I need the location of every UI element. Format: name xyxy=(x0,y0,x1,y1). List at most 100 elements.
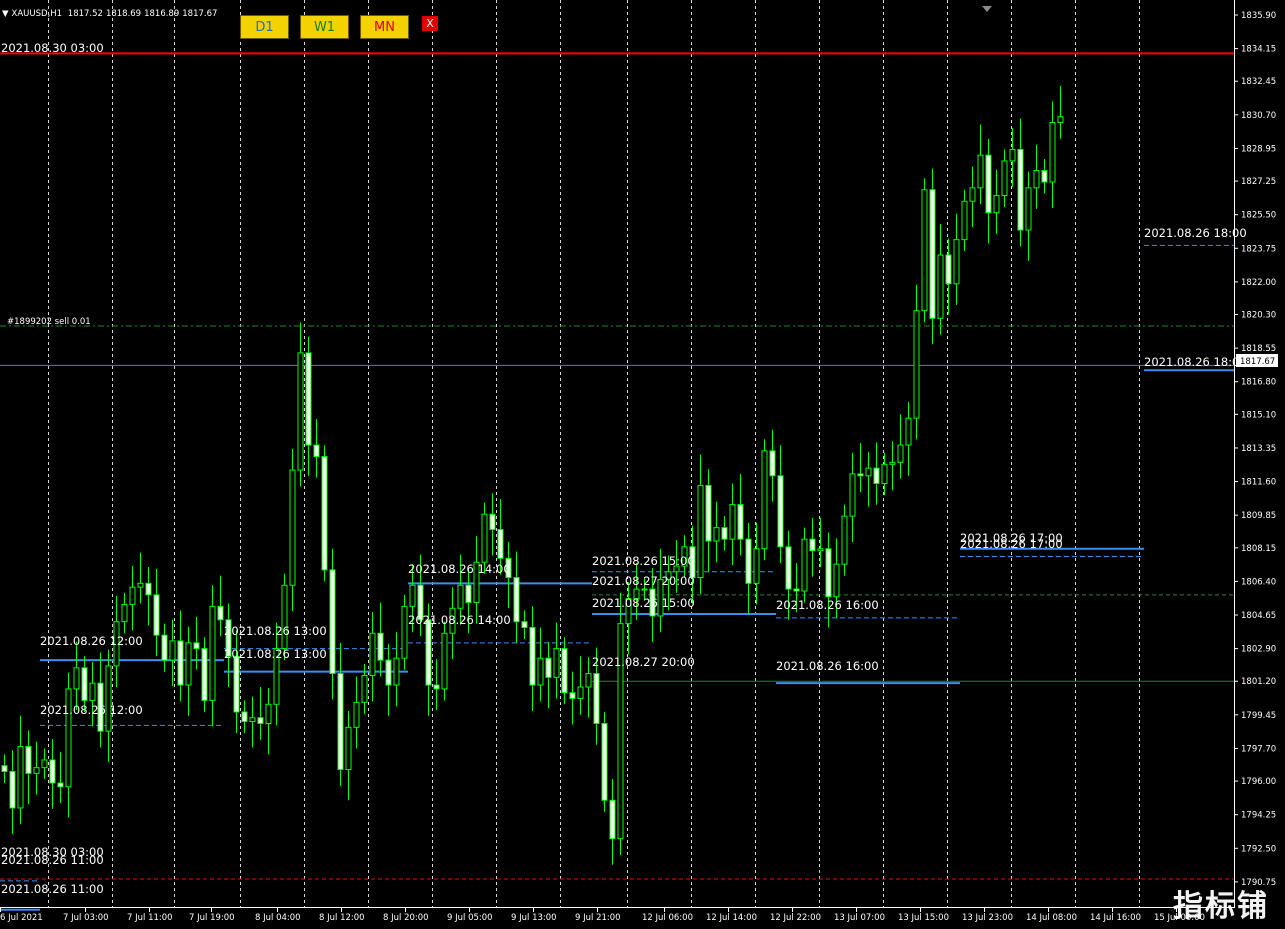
candle-body xyxy=(537,657,544,686)
candle-body xyxy=(409,584,416,607)
candle-body xyxy=(153,594,160,636)
candle-body xyxy=(441,632,448,690)
candle-body xyxy=(713,527,720,542)
candle-body xyxy=(721,527,728,540)
candle-body xyxy=(545,657,552,678)
candle-body xyxy=(497,529,504,559)
candle-body xyxy=(49,759,56,784)
level-label: 2021.08.26 11:00 xyxy=(1,853,104,867)
candle-body xyxy=(921,189,928,312)
price-label: 1818.55 xyxy=(1241,344,1276,354)
price-label: 1822.00 xyxy=(1241,278,1276,288)
price-label: 1830.70 xyxy=(1241,111,1276,121)
time-label: 8 Jul 12:00 xyxy=(319,913,365,923)
candle-body xyxy=(401,605,408,659)
candle-body xyxy=(241,711,248,723)
candle-body xyxy=(393,657,400,686)
level-label: 2021.08.26 13:00 xyxy=(224,624,327,638)
level-label: 2021.08.26 12:00 xyxy=(40,703,143,717)
time-label: 7 Jul 19:00 xyxy=(189,913,235,923)
time-label: 14 Jul 16:00 xyxy=(1090,913,1141,923)
candle-body xyxy=(233,655,240,713)
candle-body xyxy=(513,577,520,623)
price-label: 1806.40 xyxy=(1241,577,1276,587)
candle-body xyxy=(33,767,40,774)
candle-body xyxy=(369,632,376,676)
candle-body xyxy=(9,770,16,809)
current-price-text: 1817.67 xyxy=(1240,357,1275,367)
candle-body xyxy=(833,563,840,598)
candle-body xyxy=(913,310,920,419)
candle-body xyxy=(433,684,440,690)
candle-body xyxy=(881,463,888,484)
close-button[interactable]: X xyxy=(422,16,438,31)
candle-body xyxy=(937,254,944,319)
price-label: 1828.95 xyxy=(1241,144,1276,154)
high-price: 1818.69 xyxy=(105,9,142,19)
level-label: 2021.08.26 16:00 xyxy=(776,659,879,673)
time-label: 12 Jul 06:00 xyxy=(642,913,693,923)
candle-body xyxy=(521,621,528,628)
candle-body xyxy=(81,667,88,701)
time-label: 12 Jul 14:00 xyxy=(706,913,757,923)
timeframe-button-d1[interactable]: D1 xyxy=(240,15,289,39)
candle-body xyxy=(809,538,816,552)
price-label: 1796.00 xyxy=(1241,777,1276,787)
level-label: 2021.08.26 12:00 xyxy=(40,634,143,648)
watermark-logo: 指标铺 xyxy=(1173,889,1269,924)
candle-body xyxy=(601,722,608,801)
time-label: 9 Jul 13:00 xyxy=(511,913,557,923)
low-price: 1816.89 xyxy=(144,9,180,19)
candle-body xyxy=(209,605,216,701)
candle-body xyxy=(281,584,288,650)
candle-body xyxy=(361,674,368,703)
candle-body xyxy=(145,582,152,596)
candle-body xyxy=(1033,170,1040,189)
timeframe-button-mn[interactable]: MN xyxy=(360,15,409,39)
level-label: 2021.08.26 15:00 xyxy=(592,596,695,610)
level-label: 2021.08.26 14:00 xyxy=(408,562,511,576)
price-label: 1825.50 xyxy=(1241,211,1276,221)
candle-body xyxy=(817,548,824,552)
candle-body xyxy=(217,605,224,621)
candle-body xyxy=(425,619,432,686)
header-arrow-icon[interactable]: ▼ xyxy=(2,9,9,19)
candle-body xyxy=(1049,122,1056,183)
time-label: 8 Jul 20:00 xyxy=(383,913,429,923)
candle-body xyxy=(993,194,1000,214)
candle-body xyxy=(825,548,832,598)
time-label: 13 Jul 15:00 xyxy=(898,913,949,923)
candle-body xyxy=(769,450,776,477)
candle-body xyxy=(785,546,792,590)
candle-body xyxy=(457,584,464,609)
close-price: 1817.67 xyxy=(182,9,218,19)
time-label: 8 Jul 04:00 xyxy=(255,913,301,923)
candle-body xyxy=(561,648,568,694)
price-chart[interactable]: 2021.08.30 03:00 2021.08.26 18:00 2021.08.… xyxy=(0,0,1285,929)
candle-body xyxy=(25,746,32,774)
candle-body xyxy=(489,513,496,531)
price-label: 1802.90 xyxy=(1241,645,1276,655)
candle-body xyxy=(465,584,472,604)
chart-plot-area[interactable] xyxy=(0,0,1234,907)
candle-body xyxy=(929,189,936,319)
price-label: 1808.15 xyxy=(1241,544,1276,554)
price-label: 1794.25 xyxy=(1241,811,1276,821)
candle-body xyxy=(297,352,304,471)
price-label: 1811.60 xyxy=(1241,478,1276,488)
level-label: 2021.08.26 17:00 xyxy=(960,537,1063,551)
candle-body xyxy=(841,515,848,565)
candle-body xyxy=(609,799,616,840)
candle-body xyxy=(777,475,784,548)
candle-body xyxy=(553,648,560,678)
price-label: 1813.35 xyxy=(1241,444,1276,454)
candle-body xyxy=(585,673,592,688)
candle-body xyxy=(593,673,600,724)
symbol-name: XAUUSD,H1 xyxy=(11,9,63,19)
candle-body xyxy=(345,726,352,771)
candle-body xyxy=(801,538,808,592)
candle-body xyxy=(169,640,176,661)
candle-body xyxy=(857,473,864,477)
timeframe-button-w1[interactable]: W1 xyxy=(300,15,349,39)
candle-body xyxy=(905,417,912,446)
